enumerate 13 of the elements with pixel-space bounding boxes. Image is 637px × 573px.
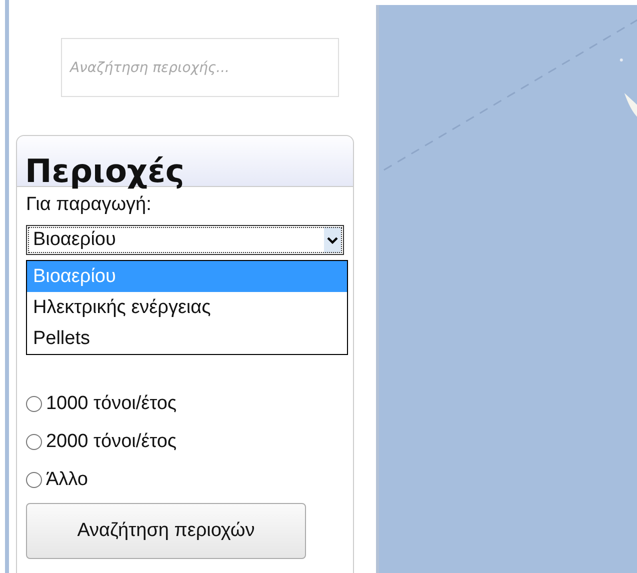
- radio-label: 1000 τόνοι/έτος: [46, 393, 177, 415]
- radio-label: 2000 τόνοι/έτος: [46, 431, 177, 453]
- panel-title: Περιοχές: [24, 154, 184, 189]
- production-select[interactable]: Βιοαερίου: [26, 225, 344, 255]
- search-areas-button[interactable]: Αναζήτηση περιοχών: [26, 503, 306, 559]
- radio-button[interactable]: [26, 472, 42, 488]
- caret-icon: [324, 227, 341, 253]
- dropdown-option[interactable]: Ηλεκτρικής ενέργειας: [26, 292, 347, 323]
- radio-label: Άλλο: [46, 469, 88, 491]
- dropdown-option[interactable]: Pellets: [26, 323, 347, 354]
- radio-button[interactable]: [26, 396, 42, 412]
- radio-button[interactable]: [26, 434, 42, 450]
- production-label: Για παραγωγή:: [26, 193, 152, 217]
